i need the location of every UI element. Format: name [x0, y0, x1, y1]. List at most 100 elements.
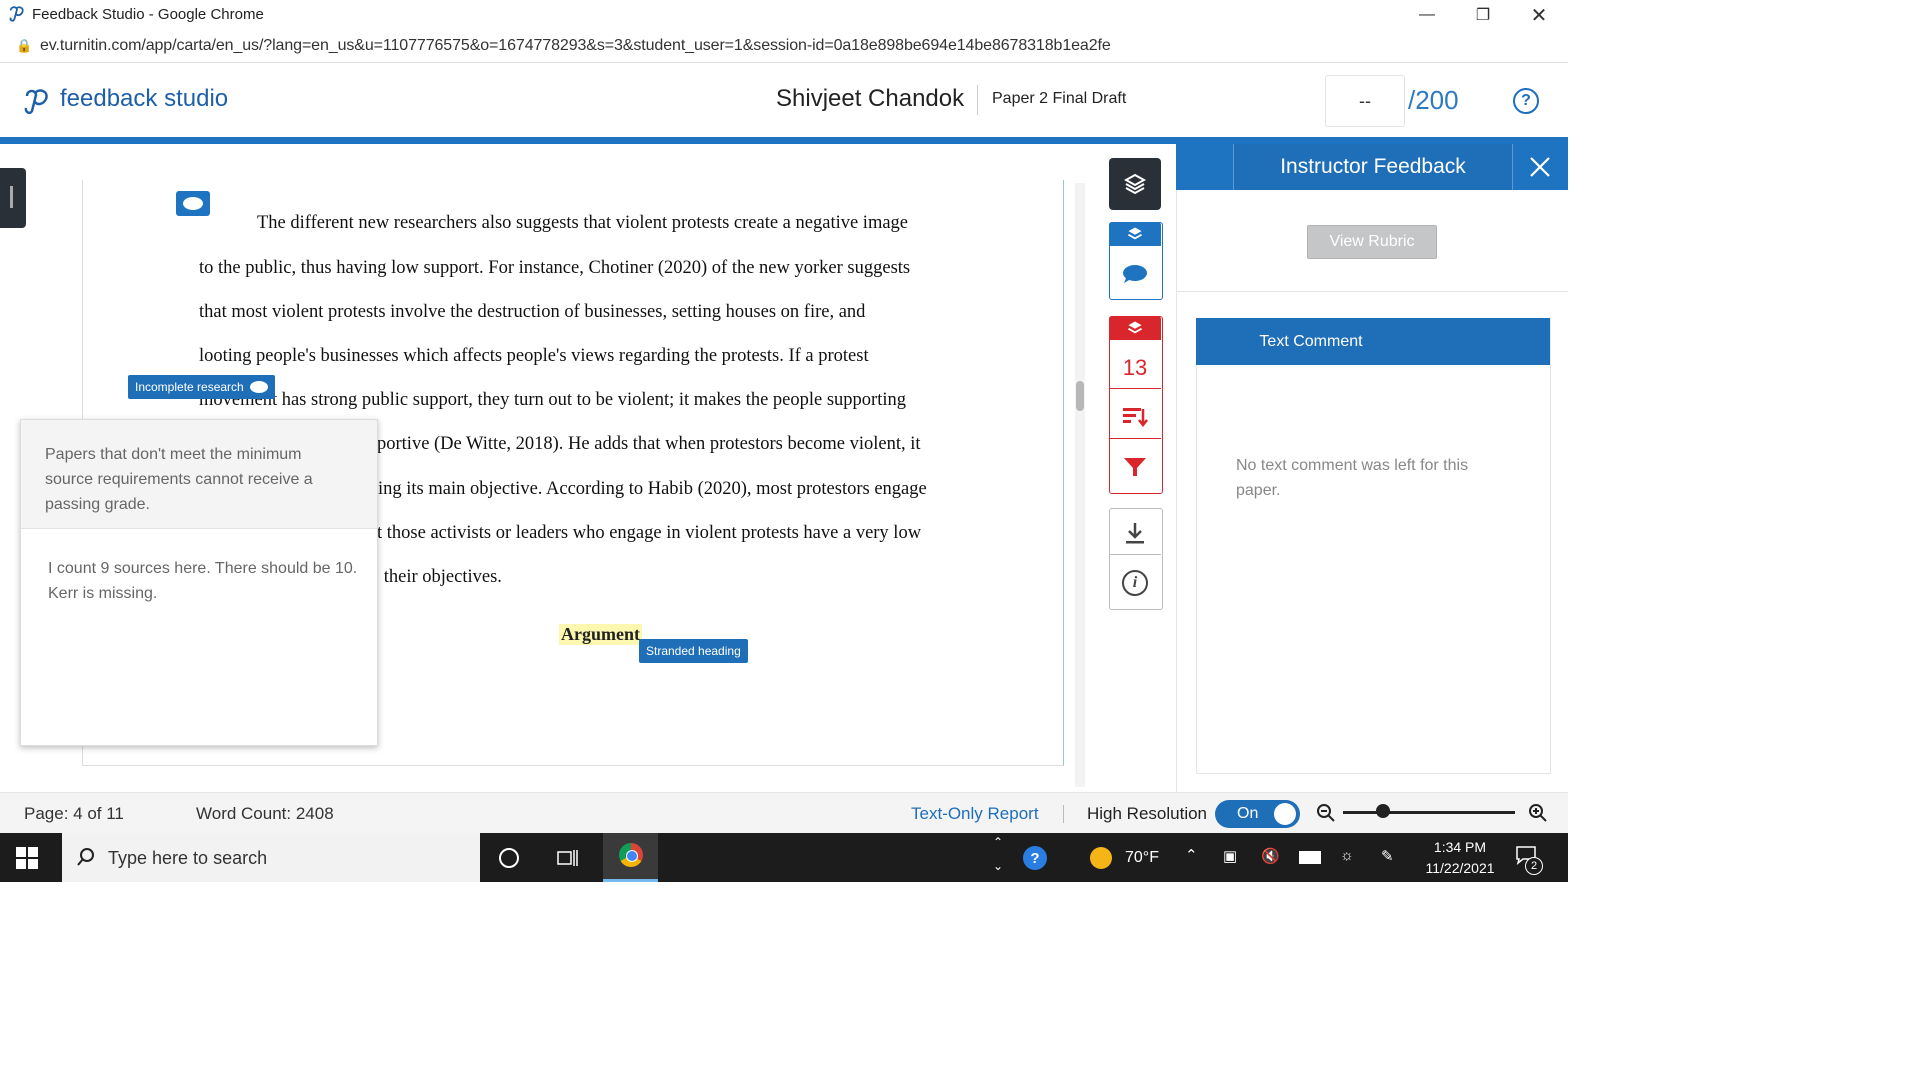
help-app-icon[interactable]: ? [1023, 846, 1047, 870]
grade-input[interactable]: -- [1325, 75, 1405, 127]
notifications-button[interactable]: 2 [1515, 845, 1543, 875]
feedback-layer-header[interactable] [1109, 222, 1161, 246]
toggle-knob [1274, 803, 1296, 825]
side-panel-toggle[interactable] [0, 168, 26, 228]
footer-divider [1063, 805, 1064, 823]
chrome-icon [619, 843, 643, 867]
tag-label: Incomplete research [135, 380, 244, 394]
window-title: Feedback Studio - Google Chrome [32, 6, 264, 23]
text-comment-card [1196, 318, 1551, 774]
high-resolution-toggle[interactable]: On [1215, 800, 1300, 828]
battery-icon[interactable] [1299, 851, 1321, 864]
layers-icon [1128, 227, 1142, 240]
tray-expand-icon[interactable]: ⌃ [993, 835, 1003, 849]
cortana-icon [499, 847, 519, 868]
url-text[interactable]: ev.turnitin.com/app/carta/en_us/?lang=en… [40, 37, 1111, 55]
taskbar-search-box[interactable]: Type here to search [62, 833, 480, 882]
paper-title: Paper 2 Final Draft [992, 90, 1127, 107]
show-hidden-icons[interactable]: ⌃ [1185, 846, 1198, 864]
turnitin-logo-icon [9, 6, 24, 22]
temperature[interactable]: 70°F [1125, 849, 1159, 867]
close-window-button[interactable]: ✕ [1516, 0, 1562, 30]
text-comment-header: Text Comment [1196, 318, 1550, 365]
toggle-state: On [1237, 805, 1259, 822]
help-icon[interactable]: ? [1513, 88, 1539, 114]
document-scrollbar[interactable] [1075, 183, 1085, 787]
restore-button[interactable]: ❐ [1460, 0, 1506, 30]
doc-line: The different new researchers also sugge… [257, 213, 909, 233]
doc-line: to the public, thus having low support. … [199, 258, 911, 278]
tray-collapse-icon[interactable]: ⌄ [993, 859, 1003, 873]
filter-button[interactable] [1109, 446, 1161, 488]
zoom-slider-handle[interactable] [1375, 804, 1390, 818]
zoom-out-icon[interactable] [1316, 803, 1336, 823]
windows-taskbar: Type here to search ⌃ ⌄ ? 70°F ⌃ ▣ 🔇 ☼ ✎… [0, 833, 1568, 882]
text-only-report-link[interactable]: Text-Only Report [911, 804, 1039, 824]
no-comment-message: No text comment was left for this paper. [1236, 457, 1469, 499]
layers-icon [1124, 173, 1146, 195]
task-view-icon [557, 849, 578, 866]
student-name: Shivjeet Chandok [776, 85, 965, 112]
info-button[interactable]: i [1109, 563, 1161, 603]
chrome-taskbar-app[interactable] [603, 833, 658, 882]
similarity-layer-header[interactable] [1109, 316, 1161, 340]
doc-line: looting people's businesses which affect… [199, 346, 869, 366]
quickmark-description: Papers that don't meet the minimum sourc… [45, 446, 313, 513]
app-header: feedback studio Shivjeet Chandok Paper 2… [0, 63, 1568, 137]
page-indicator: Page: 4 of 11 [24, 804, 124, 823]
doc-line: portive (De Witte, 2018). He adds that w… [377, 434, 921, 454]
clock[interactable]: 1:34 PM 11/22/2021 [1420, 837, 1500, 879]
comment-bubble-icon [249, 381, 268, 393]
clock-date: 11/22/2021 [1425, 860, 1495, 876]
comment-icon [1123, 265, 1147, 283]
wifi-icon[interactable]: ☼ [1340, 847, 1354, 864]
layers-button[interactable] [1109, 158, 1161, 210]
header-accent-bar [0, 137, 1568, 144]
comment-bubble-icon[interactable] [176, 191, 210, 216]
doc-line: ing its main objective. According to Hab… [378, 479, 927, 499]
scrollbar-thumb[interactable] [1076, 381, 1084, 411]
header-divider [977, 85, 978, 115]
browser-title-bar: Feedback Studio - Google Chrome — ❐ ✕ [0, 0, 1568, 30]
panel-divider [1176, 291, 1568, 292]
meet-now-icon[interactable]: ▣ [1223, 847, 1237, 865]
doc-line: t those activists or leaders who engage … [377, 523, 922, 543]
instructor-comment-text[interactable]: I count 9 sources here. There should be … [48, 556, 358, 606]
system-tray: ⌃ ⌄ ? 70°F ⌃ ▣ 🔇 ☼ ✎ 1:34 PM 11/22/2021 … [985, 833, 1568, 882]
minimize-button[interactable]: — [1404, 0, 1450, 30]
zoom-in-icon[interactable] [1528, 803, 1548, 823]
volume-muted-icon[interactable]: 🔇 [1261, 847, 1280, 865]
filter-icon [1124, 458, 1146, 476]
doc-line: ; their objectives. [374, 567, 502, 587]
clock-time: 1:34 PM [1433, 839, 1487, 855]
panel-title: Instructor Feedback [1233, 144, 1513, 190]
lock-icon: 🔒 [16, 38, 33, 53]
high-resolution-label: High Resolution [1087, 804, 1208, 823]
close-icon [1530, 157, 1550, 177]
start-button[interactable] [16, 847, 38, 869]
text-comment-title: Text Comment [1259, 332, 1363, 350]
task-view-button[interactable] [548, 833, 588, 882]
download-button[interactable] [1109, 512, 1161, 555]
sort-icon [1123, 408, 1148, 428]
close-panel-button[interactable] [1524, 151, 1556, 183]
grade-out-of: /200 [1408, 85, 1459, 115]
zoom-slider[interactable] [1343, 811, 1515, 814]
section-heading: Argument [559, 624, 642, 645]
feedback-studio-logo-icon [24, 89, 48, 115]
sort-button[interactable] [1109, 396, 1161, 439]
similarity-score[interactable]: 13 [1109, 348, 1161, 389]
doc-line: that most violent protests involve the d… [199, 302, 866, 322]
cortana-button[interactable] [490, 833, 528, 882]
download-icon [1126, 523, 1144, 544]
comments-button[interactable] [1109, 256, 1161, 292]
weather-sun-icon[interactable] [1090, 847, 1112, 869]
quickmark-popup: Papers that don't meet the minimum sourc… [20, 419, 378, 746]
address-bar[interactable]: 🔒 ev.turnitin.com/app/carta/en_us/?lang=… [0, 30, 1568, 63]
view-rubric-button[interactable]: View Rubric [1307, 225, 1437, 259]
info-icon: i [1122, 570, 1148, 596]
incomplete-research-tag[interactable]: Incomplete research [128, 375, 275, 399]
layers-icon [1128, 321, 1142, 334]
stranded-heading-tag[interactable]: Stranded heading [639, 639, 748, 663]
pen-icon[interactable]: ✎ [1381, 847, 1394, 865]
